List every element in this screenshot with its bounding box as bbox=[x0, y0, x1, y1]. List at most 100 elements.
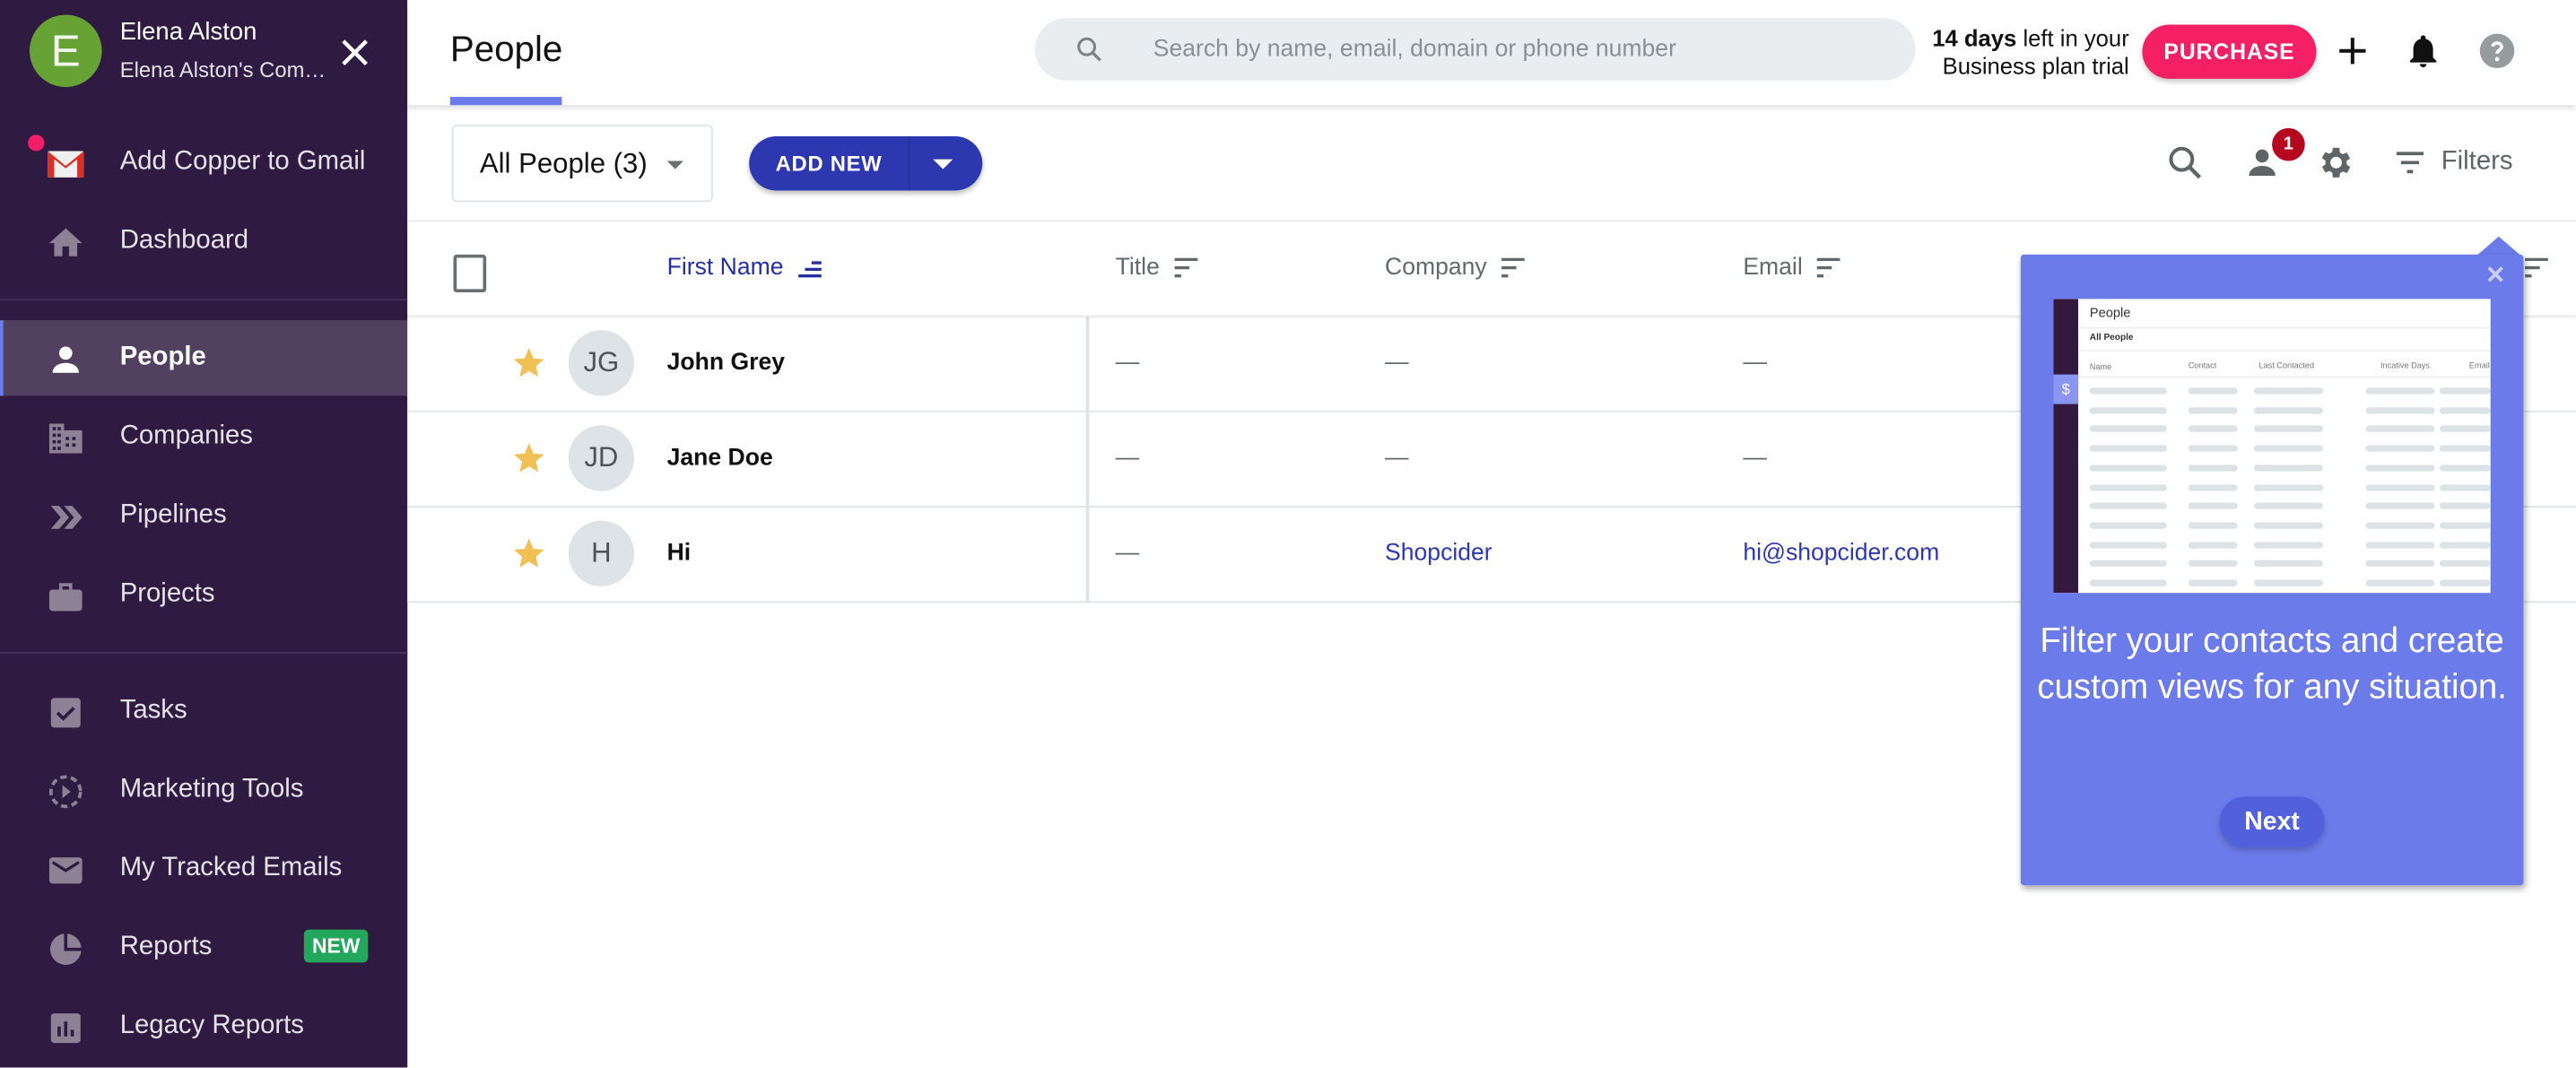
skeleton-bar bbox=[2188, 541, 2238, 549]
play-circle-icon bbox=[48, 775, 83, 809]
star-icon[interactable] bbox=[511, 535, 547, 571]
bell-icon[interactable] bbox=[2404, 31, 2443, 71]
app-window: E Elena Alston Elena Alston's Com… Add C… bbox=[0, 0, 2576, 1068]
next-button[interactable]: Next bbox=[2219, 796, 2325, 848]
trial-days: 14 days bbox=[1932, 24, 2017, 51]
sort-ascending-icon bbox=[797, 261, 822, 278]
sidebar-item-people[interactable]: People bbox=[0, 320, 408, 396]
filters-label: Filters bbox=[2441, 147, 2513, 176]
user-company: Elena Alston's Com… bbox=[119, 57, 326, 82]
feature-preview-image: $ People All People Name Contact Last Co… bbox=[2053, 299, 2491, 594]
star-icon[interactable] bbox=[511, 440, 547, 476]
skeleton-bar bbox=[2089, 445, 2167, 452]
user-avatar[interactable]: E bbox=[29, 14, 102, 88]
search-icon[interactable] bbox=[2165, 143, 2205, 182]
star-icon[interactable] bbox=[511, 345, 547, 381]
filters-button[interactable]: Filters bbox=[2392, 143, 2513, 182]
add-new-split-button: ADD NEW bbox=[749, 136, 983, 191]
cell-title: — bbox=[1115, 445, 1140, 472]
select-all-checkbox[interactable] bbox=[453, 254, 487, 293]
skeleton-bar bbox=[2439, 445, 2491, 452]
cell-email: — bbox=[1743, 350, 1767, 377]
skeleton-bar bbox=[2089, 579, 2167, 586]
filter-icon bbox=[2396, 152, 2424, 174]
cell-email-link[interactable]: hi@shopcider.com bbox=[1743, 541, 1939, 567]
trial-plan-text: Business plan trial bbox=[1942, 52, 2129, 79]
skeleton-bar bbox=[2365, 560, 2435, 568]
column-header-title[interactable]: Title bbox=[1116, 255, 1199, 281]
sidebar-item-tasks[interactable]: Tasks bbox=[0, 673, 407, 749]
skeleton-bar bbox=[2188, 502, 2238, 510]
sort-icon bbox=[1817, 257, 1841, 278]
sidebar-item-add-copper-to-gmail[interactable]: Add Copper to Gmail bbox=[0, 125, 407, 200]
sidebar-item-reports[interactable]: Reports NEW bbox=[0, 910, 407, 986]
sidebar-item-my-tracked-emails[interactable]: My Tracked Emails bbox=[0, 831, 407, 907]
popover-message: Filter your contacts and create custom v… bbox=[2037, 622, 2507, 707]
sidebar-item-legacy-reports[interactable]: Legacy Reports bbox=[0, 989, 407, 1064]
skeleton-bar bbox=[2439, 426, 2491, 433]
skeleton-bar bbox=[2439, 522, 2491, 529]
skeleton-bar bbox=[2365, 541, 2435, 549]
preview-divider bbox=[2077, 326, 2491, 329]
sidebar-item-dashboard[interactable]: Dashboard bbox=[0, 204, 407, 279]
sidebar-item-projects[interactable]: Projects bbox=[0, 557, 407, 632]
add-new-button[interactable]: ADD NEW bbox=[749, 136, 909, 190]
caret-down-icon bbox=[933, 159, 953, 169]
sidebar-item-marketing-tools[interactable]: Marketing Tools bbox=[0, 752, 407, 828]
preview-column-header: Last Contacted bbox=[2258, 360, 2315, 371]
contact-name[interactable]: John Grey bbox=[667, 350, 785, 376]
preview-column-header: Incative Days bbox=[2380, 360, 2430, 371]
skeleton-bar bbox=[2365, 502, 2435, 510]
column-header-email[interactable]: Email bbox=[1743, 255, 1841, 281]
sidebar-item-label: Reports bbox=[119, 933, 213, 961]
skeleton-bar bbox=[2188, 445, 2238, 452]
user-profile[interactable]: E Elena Alston Elena Alston's Com… bbox=[0, 0, 407, 105]
column-header-first-name[interactable]: First Name bbox=[667, 255, 823, 281]
home-icon bbox=[48, 228, 83, 256]
column-header-company[interactable]: Company bbox=[1385, 255, 1527, 281]
list-toolbar: All People (3) ADD NEW 1 Filters bbox=[407, 105, 2576, 222]
skeleton-bar bbox=[2089, 560, 2167, 568]
column-divider bbox=[1085, 317, 1089, 412]
preview-column-header: Email bbox=[2468, 360, 2490, 371]
help-icon[interactable] bbox=[2477, 31, 2517, 71]
skeleton-bar bbox=[2439, 387, 2491, 395]
gmail-icon bbox=[48, 151, 84, 178]
add-new-dropdown-button[interactable] bbox=[910, 136, 983, 190]
feature-tour-popover: $ People All People Name Contact Last Co… bbox=[2020, 254, 2524, 886]
search-input[interactable] bbox=[1153, 18, 1876, 81]
skeleton-bar bbox=[2188, 464, 2238, 472]
contact-avatar: JD bbox=[568, 425, 634, 491]
view-selector-label: All People (3) bbox=[479, 147, 648, 179]
skeleton-bar bbox=[2365, 579, 2435, 586]
skeleton-bar bbox=[2439, 579, 2491, 586]
trial-notice: 14 days left in your Business plan trial bbox=[1926, 24, 2129, 80]
sidebar-item-pipelines[interactable]: Pipelines bbox=[0, 478, 407, 553]
skeleton-bar bbox=[2365, 445, 2435, 452]
skeleton-bar bbox=[2188, 387, 2238, 395]
envelope-icon bbox=[48, 857, 83, 884]
column-label: Company bbox=[1385, 254, 1487, 282]
column-label: First Name bbox=[666, 254, 784, 282]
global-search[interactable] bbox=[1034, 18, 1916, 81]
double-chevron-icon bbox=[50, 506, 83, 529]
gear-icon[interactable] bbox=[2317, 143, 2356, 182]
column-label: Title bbox=[1115, 254, 1160, 282]
sidebar-divider bbox=[0, 652, 408, 654]
view-selector[interactable]: All People (3) bbox=[451, 125, 713, 203]
close-sidebar-icon[interactable] bbox=[335, 33, 375, 73]
cell-company-link[interactable]: Shopcider bbox=[1385, 541, 1493, 567]
sidebar-item-companies[interactable]: Companies bbox=[0, 399, 407, 474]
column-label: Email bbox=[1743, 254, 1803, 282]
sidebar-item-label: Companies bbox=[119, 421, 253, 450]
top-bar: People 14 days left in your Business pla… bbox=[407, 0, 2576, 106]
column-divider bbox=[1085, 412, 1089, 508]
contact-name[interactable]: Hi bbox=[667, 541, 692, 567]
skeleton-bar bbox=[2439, 560, 2491, 568]
skeleton-bar bbox=[2188, 579, 2238, 586]
sidebar-item-label: Add Copper to Gmail bbox=[119, 147, 366, 176]
close-icon[interactable] bbox=[2485, 265, 2505, 284]
plus-icon[interactable] bbox=[2333, 31, 2372, 71]
purchase-button[interactable]: PURCHASE bbox=[2142, 24, 2317, 79]
contact-name[interactable]: Jane Doe bbox=[667, 445, 773, 471]
